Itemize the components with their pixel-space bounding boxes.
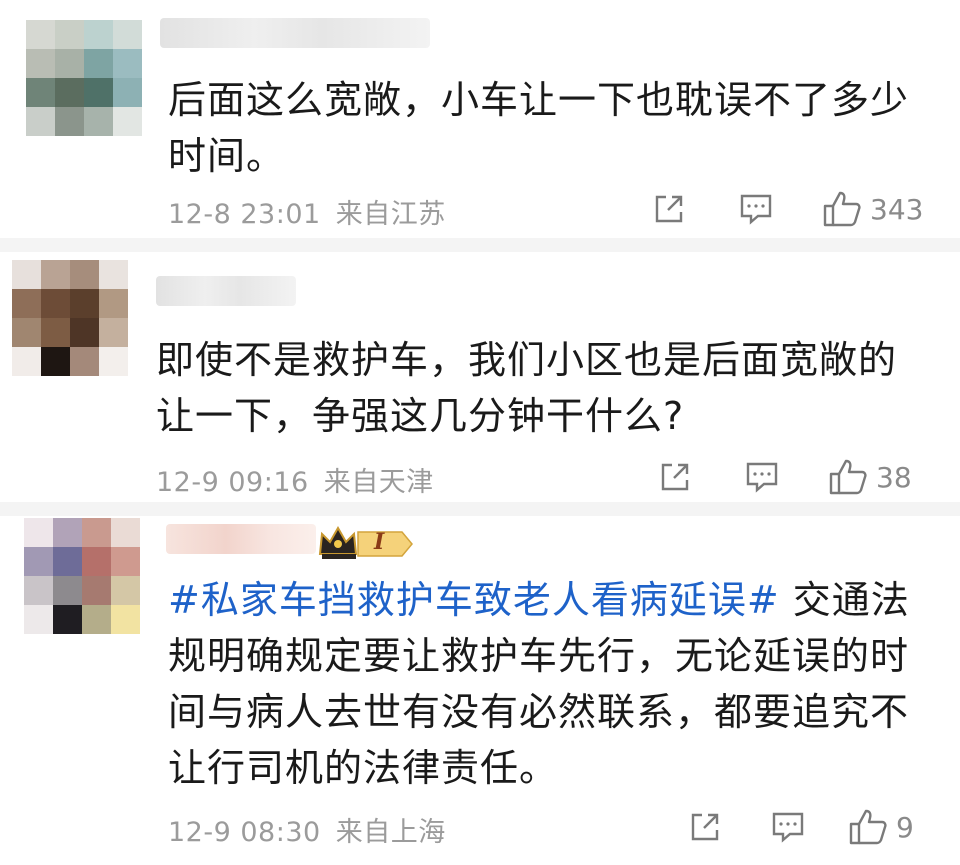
topic-hashtag[interactable]: #私家车挡救护车致老人看病延误# — [168, 578, 780, 622]
like-count: 9 — [896, 810, 914, 844]
member-badge[interactable]: I — [318, 524, 414, 564]
comment-actions: 9 — [688, 808, 914, 846]
comment-text: 即使不是救护车，我们小区也是后面宽敞的让一下，争强这几分钟干什么? — [156, 338, 898, 438]
comment-item: I #私家车挡救护车致老人看病延误# 交通法规明确规定要让救护车先行，无论延误的… — [0, 516, 960, 865]
thumbs-up-icon[interactable] — [822, 190, 862, 228]
comment-icon[interactable] — [738, 192, 774, 226]
crown-icon — [318, 525, 413, 559]
like-count: 343 — [870, 192, 924, 226]
comment-time: 12-9 08:30 — [168, 817, 321, 848]
comment-icon[interactable] — [744, 460, 780, 494]
comment-text: 后面这么宽敞，小车让一下也耽误不了多少时间。 — [168, 78, 910, 178]
comment-location: 来自天津 — [323, 467, 434, 498]
comment-icon[interactable] — [770, 810, 806, 844]
comment-time: 12-9 09:16 — [156, 467, 309, 498]
comment-text: #私家车挡救护车致老人看病延误# 交通法规明确规定要让救护车先行，无论延误的时间… — [168, 578, 910, 790]
thumbs-up-icon[interactable] — [848, 808, 888, 846]
comment-meta: 12-9 08:30 来自上海 — [168, 810, 446, 849]
comment-location: 来自江苏 — [335, 199, 446, 230]
share-icon[interactable] — [652, 192, 686, 226]
share-icon[interactable] — [658, 460, 692, 494]
comment-actions: 38 — [658, 458, 912, 496]
username[interactable] — [166, 524, 316, 554]
badge-level: I — [374, 529, 385, 555]
comment-item: 即使不是救护车，我们小区也是后面宽敞的让一下，争强这几分钟干什么? 12-9 0… — [0, 252, 960, 502]
avatar[interactable] — [26, 20, 142, 136]
separator — [0, 238, 960, 252]
username[interactable] — [156, 276, 296, 306]
comment-time: 12-8 23:01 — [168, 199, 321, 230]
avatar[interactable] — [12, 260, 128, 376]
separator — [0, 502, 960, 516]
thumbs-up-icon[interactable] — [828, 458, 868, 496]
comment-item: 后面这么宽敞，小车让一下也耽误不了多少时间。 12-8 23:01 来自江苏 3… — [0, 0, 960, 238]
comment-meta: 12-9 09:16 来自天津 — [156, 460, 434, 499]
comment-meta: 12-8 23:01 来自江苏 — [168, 192, 446, 231]
share-icon[interactable] — [688, 810, 722, 844]
username[interactable] — [160, 18, 430, 48]
avatar[interactable] — [24, 518, 140, 634]
comment-location: 来自上海 — [335, 817, 446, 848]
comment-actions: 343 — [652, 190, 923, 228]
like-count: 38 — [876, 460, 912, 494]
